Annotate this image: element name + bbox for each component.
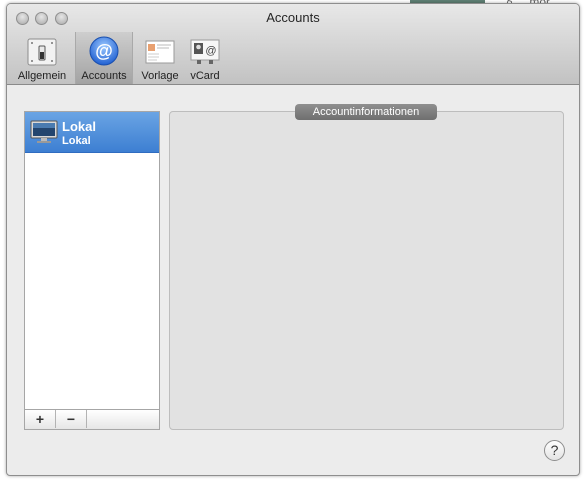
help-button[interactable]: ? [544, 440, 565, 461]
computer-icon [30, 120, 58, 143]
toolbar-tab-accounts[interactable]: @ Accounts [75, 32, 133, 84]
template-icon [145, 40, 175, 64]
toolbar: Accounts Allgemein @ Accounts Vorlage @ … [7, 4, 579, 85]
account-subtitle: Lokal [62, 135, 91, 147]
toolbar-tab-vorlage-label: Vorlage [141, 70, 179, 82]
accounts-list: Lokal Lokal + − [24, 111, 160, 430]
list-footer: + − [25, 409, 159, 429]
svg-text:@: @ [95, 41, 113, 61]
account-row-lokal[interactable]: Lokal Lokal [25, 112, 159, 153]
toolbar-tab-vcard[interactable]: @ vCard [185, 32, 225, 84]
toolbar-tab-allgemein[interactable]: Allgemein [12, 32, 72, 84]
switch-icon [27, 38, 57, 66]
remove-account-button[interactable]: − [56, 410, 87, 428]
vcard-icon: @ [190, 39, 220, 64]
account-info-panel [169, 111, 564, 430]
toolbar-tab-vorlage[interactable]: Vorlage [137, 32, 183, 84]
add-account-button[interactable]: + [25, 410, 56, 428]
svg-text:@: @ [205, 45, 216, 57]
toolbar-tab-allgemein-label: Allgemein [17, 70, 67, 82]
account-info-title: Accountinformationen [295, 104, 437, 120]
toolbar-tab-vcard-label: vCard [190, 70, 220, 82]
toolbar-tab-accounts-label: Accounts [81, 70, 127, 82]
at-sign-icon: @ [89, 36, 119, 66]
window-title: Accounts [266, 10, 320, 25]
account-name: Lokal [62, 119, 96, 134]
preferences-window: Accounts Allgemein @ Accounts Vorlage @ … [6, 3, 580, 476]
